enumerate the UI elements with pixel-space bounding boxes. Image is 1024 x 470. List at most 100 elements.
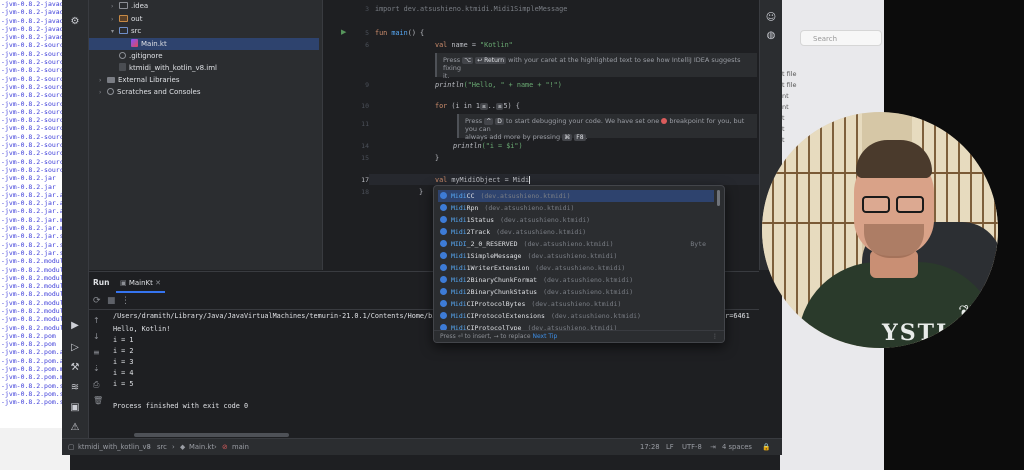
tip-box-intention: Press ⌥ ↩ Return with your caret at the …: [435, 53, 757, 80]
ai-assistant-icon[interactable]: ☺: [765, 12, 777, 24]
string-args: ("Hello, " + name + "!"): [463, 81, 562, 89]
completion-item[interactable]: MidiRpn (dev.atsushieno.ktmidi): [438, 202, 714, 214]
hammer-icon[interactable]: ⚒: [69, 362, 81, 374]
background-terminal-line: -jvm-0.8.2.module: [1, 315, 68, 324]
completion-match: Midi: [451, 312, 467, 320]
project-tool-window: › .idea › out ▾ src Main.kt .gitignore ktmidi_wi…: [89, 0, 323, 270]
completion-item[interactable]: Midi2Track (dev.atsushieno.ktmidi): [438, 226, 714, 238]
line-number: 17: [361, 176, 369, 184]
tip-text: Press: [465, 117, 483, 125]
chevron-right-icon[interactable]: ›: [111, 1, 119, 13]
background-terminal-line: -jvm-0.8.2.pom: [1, 340, 56, 349]
completion-item[interactable]: Midi1Status (dev.atsushieno.ktmidi): [438, 214, 714, 226]
completion-item[interactable]: Midi2BinaryChunkFormat (dev.atsushieno.kt…: [438, 274, 714, 286]
completion-package: (dev.atsushieno.ktmidi): [535, 264, 626, 272]
string-literal: "Kotlin": [480, 41, 513, 49]
line-number: 15: [361, 154, 369, 162]
layers-icon[interactable]: ≋: [69, 382, 81, 394]
completion-item[interactable]: Midi2BinaryChunkStatus (dev.atsushieno.kt…: [438, 286, 714, 298]
chevron-down-icon[interactable]: ▾: [111, 26, 119, 38]
soft-wrap-icon[interactable]: ≡: [93, 348, 100, 357]
function-icon: ⊘: [222, 443, 228, 451]
completion-rest: 1WriterExtension: [466, 264, 530, 272]
completion-item[interactable]: Midi1WriterExtension (dev.atsushieno.ktmi…: [438, 262, 714, 274]
indent-icon: ⇥: [710, 443, 716, 451]
popup-scrollbar[interactable]: [717, 190, 720, 206]
indent-setting[interactable]: 4 spaces: [722, 439, 752, 455]
breadcrumb-function[interactable]: main: [232, 439, 249, 455]
completion-package: (dev.atsushieno.ktmidi): [496, 228, 587, 236]
gear-icon[interactable]: ⚙: [69, 16, 81, 28]
kotlin-file-icon: [131, 39, 138, 47]
background-terminal-line: -jvm-0.8.2-sourc: [1, 107, 64, 116]
module-file-icon: [119, 63, 126, 71]
background-dock: [0, 428, 70, 470]
trash-icon[interactable]: 🗑: [93, 396, 103, 405]
background-list-item: t file: [782, 70, 797, 78]
print-icon[interactable]: ⎙: [93, 380, 99, 390]
code-text: ..: [487, 102, 496, 110]
println-hello-line: println("Hello, " + name + "!"): [435, 81, 562, 89]
close-icon[interactable]: ✕: [155, 279, 161, 287]
completion-item[interactable]: MIDI_2_0_RESERVED (dev.atsushieno.ktmidi)…: [438, 238, 714, 250]
background-terminal-line: -jvm-0.8.2.jar.md: [1, 224, 68, 233]
background-terminal-line: -jvm-0.8.2-sourc: [1, 116, 64, 125]
code-text: () {: [407, 29, 425, 37]
lock-icon[interactable]: 🔒: [762, 439, 770, 455]
project-tree-item[interactable]: ktmidi_with_kotlin_v8.iml: [89, 62, 319, 74]
arrow-up-icon[interactable]: ↑: [93, 316, 100, 325]
arrow-down-icon[interactable]: ↓: [93, 332, 100, 341]
project-tree-item[interactable]: ▾ src: [89, 25, 319, 37]
play-icon[interactable]: ▷: [69, 342, 81, 354]
project-tree-item[interactable]: › Scratches and Consoles: [89, 86, 319, 98]
project-tree-item[interactable]: Main.kt: [89, 38, 319, 50]
run-tool-icon[interactable]: ▶: [69, 320, 81, 332]
project-tree-item[interactable]: .gitignore: [89, 50, 319, 62]
class-icon: [440, 240, 447, 247]
function-call: println: [453, 142, 482, 150]
val-midi-line: val myMidiObject = Midi: [435, 176, 531, 184]
for-loop-line: for (i in 1 ≤.. ≤5) {: [435, 102, 520, 110]
code-text: myMidiObject = Midi: [447, 176, 530, 184]
breadcrumb-src[interactable]: src: [157, 439, 167, 455]
background-terminal-line: -jvm-0.8.2.module: [1, 298, 68, 307]
stop-icon[interactable]: ■: [107, 296, 116, 306]
completion-item[interactable]: MidiCIProtocolBytes (dev.atsushieno.ktmid…: [438, 298, 714, 310]
code-completion-popup[interactable]: MidiCC (dev.atsushieno.ktmidi) MidiRpn (dev…: [433, 185, 725, 343]
scroll-end-icon[interactable]: ⇣: [93, 364, 100, 373]
completion-item[interactable]: MidiCIProtocolExtensions (dev.atsushieno.…: [438, 310, 714, 322]
project-tree-item[interactable]: › out: [89, 13, 319, 25]
rerun-icon[interactable]: ⟳: [93, 296, 101, 306]
warning-icon[interactable]: ⚠: [69, 422, 81, 434]
terminal-icon[interactable]: ▣: [69, 402, 81, 414]
background-terminal-line: -jvm-0.8.2-javad: [1, 0, 64, 8]
run-gutter-icon[interactable]: ▶: [341, 28, 349, 36]
console-horizontal-scrollbar[interactable]: [134, 433, 289, 437]
tip-text: it.: [443, 72, 450, 80]
project-tree-item[interactable]: › External Libraries: [89, 74, 319, 86]
completion-item[interactable]: MidiCC (dev.atsushieno.ktmidi): [438, 190, 714, 202]
next-tip-link[interactable]: Next Tip: [532, 333, 557, 340]
gradle-icon[interactable]: ◍: [765, 30, 777, 42]
breadcrumb-project[interactable]: ktmidi_with_kotlin_v8: [78, 439, 151, 455]
caret-position[interactable]: 17:28: [640, 439, 660, 455]
chevron-right-icon[interactable]: ›: [99, 87, 107, 99]
completion-rest: 1Status: [466, 216, 495, 224]
completion-item[interactable]: Midi1SimpleMessage (dev.atsushieno.ktmidi…: [438, 250, 714, 262]
val-name-line: val name = "Kotlin": [435, 41, 513, 49]
folder-icon: [119, 2, 128, 9]
project-tree-item[interactable]: › .idea: [89, 0, 319, 12]
completion-match: Midi: [451, 264, 467, 272]
background-terminal-line: -jvm-0.8.2-sourc: [1, 82, 64, 91]
project-tree-label: out: [131, 15, 143, 23]
completion-package: (dev.atsushieno.ktmidi): [543, 276, 634, 284]
file-encoding[interactable]: UTF-8: [682, 439, 702, 455]
completion-rest: CIProtocolBytes: [466, 300, 526, 308]
more-icon[interactable]: ⋮: [121, 296, 130, 306]
code-text: 5) {: [503, 102, 520, 110]
breadcrumb-file[interactable]: Main.kt: [189, 439, 214, 455]
line-separator[interactable]: LF: [666, 439, 674, 455]
code-text: (i in 1: [447, 102, 481, 110]
more-icon[interactable]: ⋮: [712, 331, 718, 342]
tab-mainkt[interactable]: ▣ MainKt ✕: [116, 275, 165, 293]
